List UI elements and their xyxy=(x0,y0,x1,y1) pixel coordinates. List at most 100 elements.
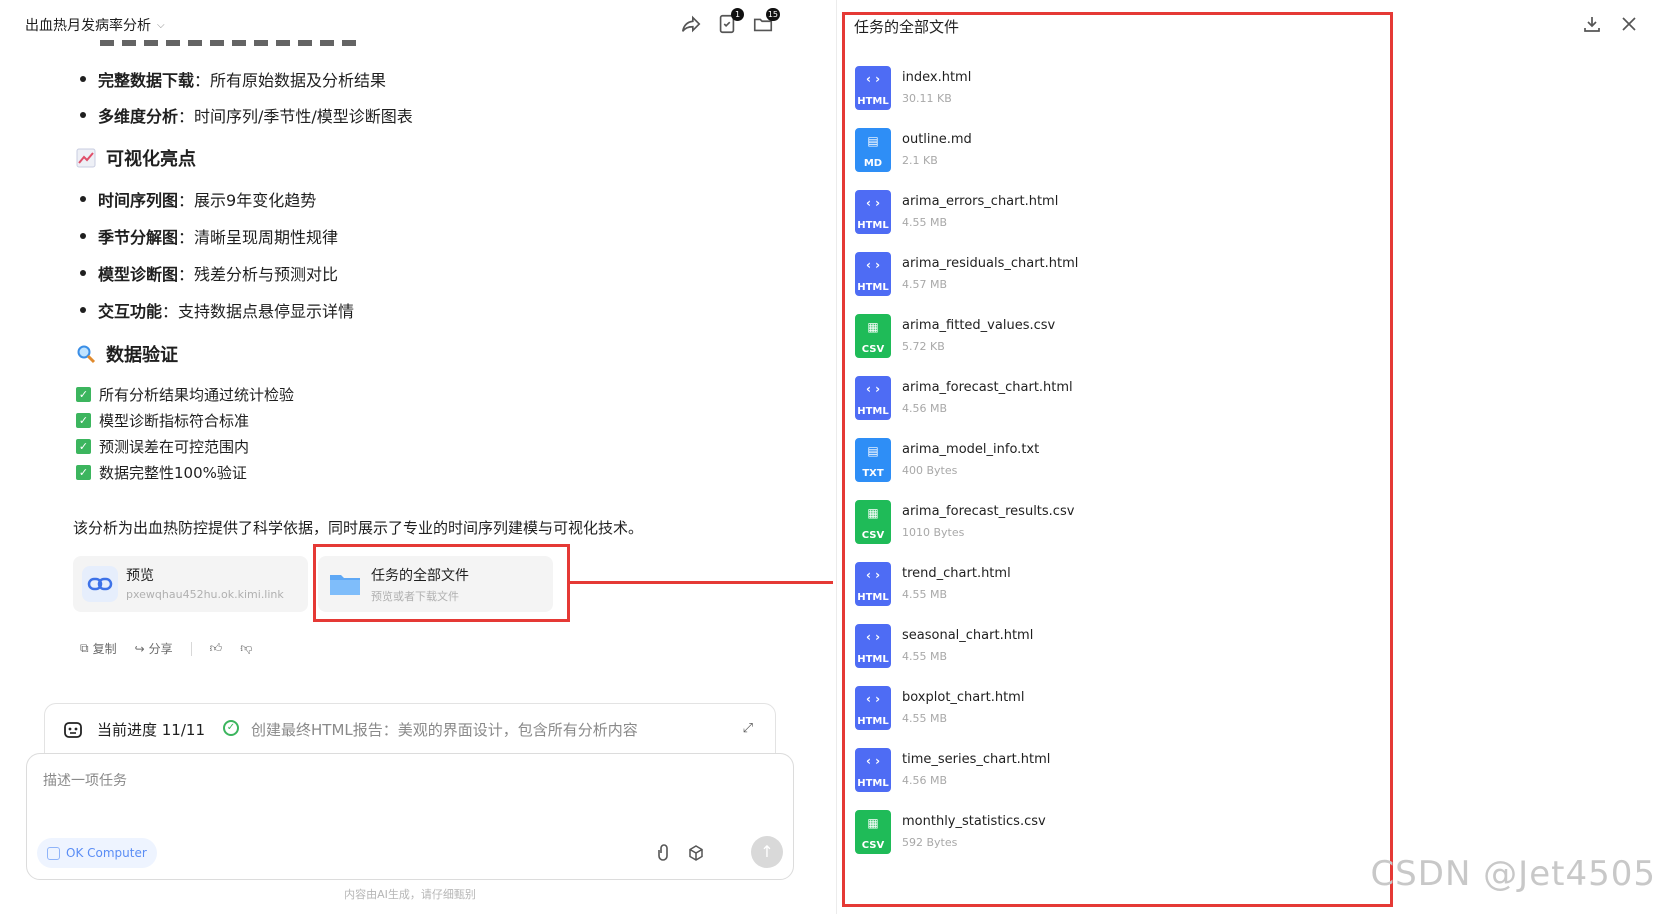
file-type-label: HTML xyxy=(857,654,889,665)
share-icon[interactable] xyxy=(680,13,702,35)
checkmark-icon: ✓ xyxy=(76,439,91,454)
file-row[interactable]: ‹ › HTML trend_chart.html 4.55 MB xyxy=(855,562,1305,612)
share-label: 分享 xyxy=(148,642,173,656)
thumbs-down-icon: 👎︎ xyxy=(240,641,253,655)
file-type-html-icon: ‹ › HTML xyxy=(855,562,891,606)
list-item: 模型诊断图 ：残差分析与预测对比 xyxy=(80,261,338,285)
list-item-text: ：展示9年变化趋势 xyxy=(178,191,317,210)
preview-card-url: pxewqhau452hu.ok.kimi.link xyxy=(126,588,284,601)
thumbs-up-button[interactable]: 👍︎ xyxy=(210,641,223,656)
list-item: 交互功能 ：支持数据点悬停显示详情 xyxy=(80,298,354,322)
file-size: 4.57 MB xyxy=(902,278,948,291)
file-name: trend_chart.html xyxy=(902,566,1011,581)
file-row[interactable]: ‹ › HTML time_series_chart.html 4.56 MB xyxy=(855,748,1305,798)
list-item-text: ：时间序列/季节性/模型诊断图表 xyxy=(178,107,413,126)
list-item-bold: 完整数据下载 xyxy=(98,71,195,90)
file-size: 4.55 MB xyxy=(902,588,948,601)
file-type-html-icon: ‹ › HTML xyxy=(855,624,891,668)
section-heading-verify: 数据验证 xyxy=(76,341,178,367)
task-list-icon[interactable]: 1 xyxy=(716,8,744,35)
task-input[interactable]: 描述一项任务 xyxy=(43,770,127,790)
chevron-down-icon: ⌵ xyxy=(157,19,165,31)
file-row[interactable]: ▦ CSV monthly_statistics.csv 592 Bytes xyxy=(855,810,1305,860)
file-type-html-icon: ‹ › HTML xyxy=(855,190,891,234)
file-row[interactable]: ‹ › HTML boxplot_chart.html 4.55 MB xyxy=(855,686,1305,736)
copy-label: 复制 xyxy=(92,642,117,656)
robot-icon xyxy=(64,722,82,738)
copy-button[interactable]: ⧉ 复制 xyxy=(80,640,117,657)
computer-icon xyxy=(47,846,60,860)
folder-icon[interactable]: 15 xyxy=(752,8,780,35)
list-item-bold: 季节分解图 xyxy=(98,228,179,247)
file-row[interactable]: ‹ › HTML arima_forecast_chart.html 4.56 MB xyxy=(855,376,1305,426)
file-type-label: CSV xyxy=(861,840,885,851)
file-size: 4.55 MB xyxy=(902,650,948,663)
file-name: arima_model_info.txt xyxy=(902,442,1040,457)
file-size: 4.55 MB xyxy=(902,216,948,229)
checklist-item: ✓ 模型诊断指标符合标准 xyxy=(76,410,249,431)
files-badge: 15 xyxy=(765,8,780,21)
file-type-csv-icon: ▦ CSV xyxy=(855,500,891,544)
close-icon[interactable] xyxy=(1619,14,1639,34)
check-circle-icon: ✓ xyxy=(223,720,239,736)
preview-card-title: 预览 xyxy=(126,568,154,584)
file-name: outline.md xyxy=(902,132,972,147)
file-type-csv-icon: ▦ CSV xyxy=(855,810,891,854)
file-size: 30.11 KB xyxy=(902,92,952,105)
file-row[interactable]: ‹ › HTML arima_errors_chart.html 4.55 MB xyxy=(855,190,1305,240)
file-type-label: HTML xyxy=(857,716,889,727)
section-heading-text: 可视化亮点 xyxy=(106,149,196,170)
file-row[interactable]: ▦ CSV arima_fitted_values.csv 5.72 KB xyxy=(855,314,1305,364)
file-row[interactable]: ‹ › HTML seasonal_chart.html 4.55 MB xyxy=(855,624,1305,674)
file-type-label: HTML xyxy=(857,778,889,789)
list-item: 完整数据下载 ：所有原始数据及分析结果 xyxy=(80,67,386,91)
list-item: 多维度分析 ：时间序列/季节性/模型诊断图表 xyxy=(80,103,413,127)
file-type-label: HTML xyxy=(857,96,889,107)
send-button[interactable]: ↑ xyxy=(751,836,783,868)
file-type-html-icon: ‹ › HTML xyxy=(855,686,891,730)
checklist-text: 数据完整性100%验证 xyxy=(99,464,247,482)
file-row[interactable]: ‹ › HTML arima_residuals_chart.html 4.57 MB xyxy=(855,252,1305,302)
link-icon xyxy=(82,566,118,602)
ok-computer-chip[interactable]: OK Computer xyxy=(37,838,157,868)
chip-label: OK Computer xyxy=(66,846,147,860)
progress-status: 创建最终HTML报告：美观的界面设计，包含所有分析内容 xyxy=(251,721,638,739)
file-type-csv-icon: ▦ CSV xyxy=(855,314,891,358)
task-badge: 1 xyxy=(731,8,744,21)
files-panel: 任务的全部文件 ‹ › HTML index.html 30.11 KB ▤ MD outl… xyxy=(836,0,1666,914)
magnifier-emoji-icon xyxy=(77,345,96,364)
file-row[interactable]: ▤ TXT arima_model_info.txt 400 Bytes xyxy=(855,438,1305,488)
file-name: boxplot_chart.html xyxy=(902,690,1025,705)
list-item: 时间序列图 ：展示9年变化趋势 xyxy=(80,187,316,211)
checklist-item: ✓ 预测误差在可控范围内 xyxy=(76,436,249,457)
highlight-connector xyxy=(570,581,833,584)
file-row[interactable]: ▦ CSV arima_forecast_results.csv 1010 Bytes xyxy=(855,500,1305,550)
file-name: index.html xyxy=(902,70,972,85)
conversation-title[interactable]: 出血热月发病率分析 ⌵ xyxy=(25,15,165,35)
chart-emoji-icon xyxy=(76,148,96,168)
paperclip-icon[interactable] xyxy=(655,844,673,862)
file-size: 4.56 MB xyxy=(902,774,948,787)
progress-bar: 当前进度 11/11 ✓ 创建最终HTML报告：美观的界面设计，包含所有分析内容… xyxy=(44,703,776,753)
thumbs-down-button[interactable]: 👎︎ xyxy=(240,641,252,656)
list-item-bold: 交互功能 xyxy=(98,302,163,321)
list-item-bold: 多维度分析 xyxy=(98,107,179,126)
share-icon: ↪ xyxy=(134,641,145,656)
file-size: 592 Bytes xyxy=(902,836,958,849)
checkmark-icon: ✓ xyxy=(76,465,91,480)
file-row[interactable]: ‹ › HTML index.html 30.11 KB xyxy=(855,66,1305,116)
preview-card[interactable]: 预览 pxewqhau452hu.ok.kimi.link xyxy=(73,556,308,612)
list-item-text: ：支持数据点悬停显示详情 xyxy=(162,302,355,321)
file-row[interactable]: ▤ MD outline.md 2.1 KB xyxy=(855,128,1305,178)
list-item-bold: 模型诊断图 xyxy=(98,265,179,284)
expand-icon[interactable]: ⤢ xyxy=(743,721,753,736)
checklist-text: 模型诊断指标符合标准 xyxy=(99,412,250,430)
cube-icon[interactable] xyxy=(687,844,705,862)
share-button[interactable]: ↪ 分享 xyxy=(135,640,173,657)
download-icon[interactable] xyxy=(1582,14,1602,34)
app-window: 出血热月发病率分析 ⌵ 1 15 完整数据下载 ：所有原始数据及分析结果 多维度分… xyxy=(0,0,1666,914)
list-item-text: ：所有原始数据及分析结果 xyxy=(194,71,387,90)
file-name: seasonal_chart.html xyxy=(902,628,1034,643)
file-type-html-icon: ‹ › HTML xyxy=(855,252,891,296)
file-name: time_series_chart.html xyxy=(902,752,1051,767)
